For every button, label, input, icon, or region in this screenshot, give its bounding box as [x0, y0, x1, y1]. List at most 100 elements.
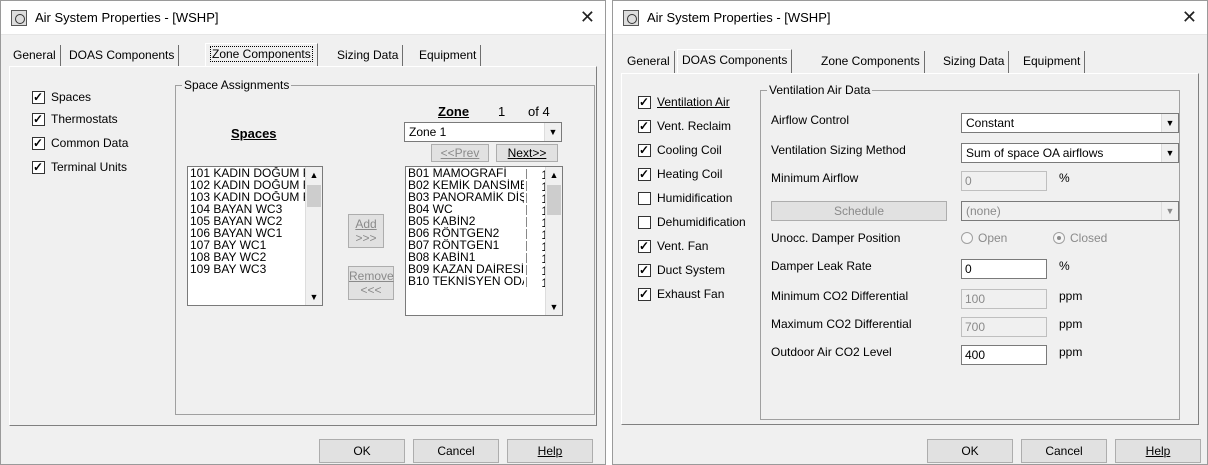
chk-vent-fan-label: Vent. Fan: [657, 239, 709, 253]
scroll-thumb[interactable]: [547, 185, 561, 215]
list-item[interactable]: B03 PANORAMİK DİŞ1: [406, 191, 562, 203]
zone-heading-text: Zone: [438, 104, 470, 119]
tab-zone-components-label: Zone Components: [210, 46, 313, 62]
chk-heating-coil[interactable]: Heating Coil: [638, 166, 722, 182]
left-cancel-button[interactable]: Cancel: [413, 439, 499, 463]
left-help-label: Help: [537, 444, 563, 458]
prev-button[interactable]: <<Prev: [431, 144, 489, 162]
list-item[interactable]: B08 KABİN11: [406, 251, 562, 263]
chevron-down-icon: ▼: [544, 123, 561, 141]
scroll-up-icon[interactable]: ▲: [306, 167, 322, 183]
tab-doas-components[interactable]: DOAS Components: [65, 45, 180, 67]
right-close-icon[interactable]: ✕: [1182, 7, 1197, 28]
chk-spaces[interactable]: Spaces: [32, 89, 91, 105]
tab-zone-components[interactable]: Zone Components: [817, 51, 925, 73]
tab-equipment[interactable]: Equipment: [1019, 51, 1086, 73]
tab-general[interactable]: General: [9, 45, 61, 67]
max-co2-field[interactable]: 700: [961, 317, 1047, 337]
chk-common-data[interactable]: Common Data: [32, 135, 128, 151]
checkbox-box: [638, 287, 651, 301]
list-item[interactable]: 107 BAY WC1: [188, 239, 322, 251]
list-item[interactable]: 104 BAYAN WC3: [188, 203, 322, 215]
min-co2-unit: ppm: [1059, 289, 1083, 303]
schedule-select[interactable]: (none) ▼: [961, 201, 1179, 221]
ventilation-air-data-group: Ventilation Air Data Airflow Control Con…: [760, 83, 1180, 420]
chk-thermostats-label: Thermostats: [51, 112, 118, 126]
scroll-up-icon[interactable]: ▲: [546, 167, 562, 183]
right-cancel-button[interactable]: Cancel: [1021, 439, 1107, 463]
chk-humidification[interactable]: Humidification: [638, 190, 732, 206]
outdoor-co2-label: Outdoor Air CO2 Level: [771, 345, 892, 359]
outdoor-co2-field[interactable]: 400: [961, 345, 1047, 365]
chk-vent-fan[interactable]: Vent. Fan: [638, 238, 708, 254]
right-help-button[interactable]: Help: [1115, 439, 1201, 463]
spaces-list[interactable]: 101 KADIN DOĞUM F 102 KADIN DOĞUM F 103 …: [187, 166, 323, 306]
radio-closed[interactable]: Closed: [1053, 231, 1107, 245]
right-ok-button[interactable]: OK: [927, 439, 1013, 463]
chk-terminal-units[interactable]: Terminal Units: [32, 159, 127, 175]
tab-equipment[interactable]: Equipment: [415, 45, 482, 67]
chk-thermostats[interactable]: Thermostats: [32, 111, 118, 127]
list-item[interactable]: B07 RÖNTGEN11: [406, 239, 562, 251]
list-item[interactable]: 103 KADIN DOĞUM F: [188, 191, 322, 203]
chk-exhaust-fan[interactable]: Exhaust Fan: [638, 286, 724, 302]
zone-heading: Zone: [438, 104, 469, 119]
add-button[interactable]: Add >>>: [348, 214, 384, 248]
zone-spaces-list[interactable]: B01 MAMOGRAFİ1 B02 KEMİK DANSİME1 B03 PA…: [405, 166, 563, 316]
schedule-button[interactable]: Schedule: [771, 201, 947, 221]
list-item[interactable]: 108 BAY WC2: [188, 251, 322, 263]
list-item[interactable]: 109 BAY WC3: [188, 263, 322, 275]
sizing-method-select[interactable]: Sum of space OA airflows ▼: [961, 143, 1179, 163]
list-item[interactable]: 105 BAYAN WC2: [188, 215, 322, 227]
list-item[interactable]: B06 RÖNTGEN21: [406, 227, 562, 239]
airflow-control-select[interactable]: Constant ▼: [961, 113, 1179, 133]
zone-select[interactable]: Zone 1 ▼: [404, 122, 562, 142]
left-ok-button[interactable]: OK: [319, 439, 405, 463]
list-item[interactable]: B10 TEKNİSYEN ODA1: [406, 275, 562, 287]
tab-zone-components[interactable]: Zone Components: [205, 43, 318, 67]
chk-cooling-coil[interactable]: Cooling Coil: [638, 142, 722, 158]
min-co2-field[interactable]: 100: [961, 289, 1047, 309]
zone-spaces-scrollbar[interactable]: ▲ ▼: [545, 167, 562, 315]
zone-space-name: B05 KABİN2: [408, 215, 476, 227]
list-item[interactable]: 102 KADIN DOĞUM F: [188, 179, 322, 191]
list-item[interactable]: B01 MAMOGRAFİ1: [406, 167, 562, 179]
chk-duct-system[interactable]: Duct System: [638, 262, 725, 278]
remove-button[interactable]: Remove <<<: [348, 266, 394, 300]
chk-ventilation-air[interactable]: Ventilation Air: [638, 94, 730, 110]
tab-doas-components[interactable]: DOAS Components: [677, 49, 793, 73]
list-item[interactable]: B09 KAZAN DAİRESİ1: [406, 263, 562, 275]
damper-leak-field[interactable]: 0: [961, 259, 1047, 279]
min-co2-label: Minimum CO2 Differential: [771, 289, 909, 303]
min-airflow-field[interactable]: 0: [961, 171, 1047, 191]
tab-sizing-data[interactable]: Sizing Data: [333, 45, 404, 67]
list-item[interactable]: B05 KABİN21: [406, 215, 562, 227]
list-item[interactable]: 101 KADIN DOĞUM F: [188, 167, 322, 179]
list-item[interactable]: 106 BAYAN WC1: [188, 227, 322, 239]
radio-open[interactable]: Open: [961, 231, 1007, 245]
chk-dehumidification[interactable]: Dehumidification: [638, 214, 746, 230]
left-help-button[interactable]: Help: [507, 439, 593, 463]
chk-vent-reclaim[interactable]: Vent. Reclaim: [638, 118, 731, 134]
scroll-down-icon[interactable]: ▼: [306, 289, 322, 305]
max-co2-unit: ppm: [1059, 317, 1083, 331]
space-assignments-label: Space Assignments: [182, 78, 292, 92]
min-airflow-label: Minimum Airflow: [771, 171, 859, 185]
sizing-method-label: Ventilation Sizing Method: [771, 143, 906, 157]
spaces-scrollbar[interactable]: ▲ ▼: [305, 167, 322, 305]
scroll-thumb[interactable]: [307, 185, 321, 207]
min-airflow-unit: %: [1059, 171, 1070, 185]
left-close-icon[interactable]: ✕: [580, 7, 595, 28]
left-window-title: Air System Properties - [WSHP]: [35, 10, 219, 25]
list-item[interactable]: B04 WC1: [406, 203, 562, 215]
tab-sizing-data[interactable]: Sizing Data: [939, 51, 1010, 73]
list-item[interactable]: B02 KEMİK DANSİME1: [406, 179, 562, 191]
left-titlebar: Air System Properties - [WSHP] ✕: [1, 1, 605, 35]
damper-position-label: Unocc. Damper Position: [771, 231, 901, 245]
app-icon: [11, 10, 27, 26]
right-panel: Ventilation Air Vent. Reclaim Cooling Co…: [621, 73, 1199, 425]
left-panel: Spaces Thermostats Common Data Terminal …: [9, 66, 597, 426]
next-button[interactable]: Next>>: [496, 144, 558, 162]
scroll-down-icon[interactable]: ▼: [546, 299, 562, 315]
tab-general[interactable]: General: [623, 51, 675, 73]
